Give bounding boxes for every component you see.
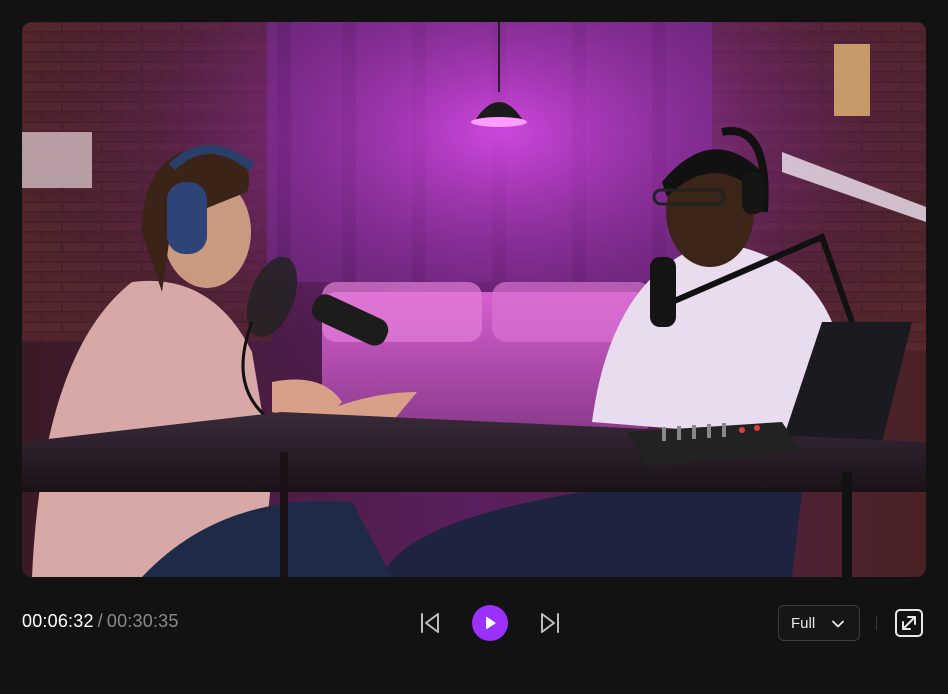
video-player: 00:06:32/00:30:35 Full [0, 0, 948, 694]
video-frame[interactable] [22, 22, 926, 577]
quality-selected-value: Full [791, 614, 816, 632]
next-button[interactable] [532, 606, 568, 640]
control-divider [876, 616, 877, 630]
quality-select[interactable]: Full [778, 605, 860, 641]
fullscreen-icon [895, 609, 923, 637]
video-still [22, 22, 926, 577]
skip-next-icon [541, 613, 559, 633]
transport-controls [412, 604, 568, 642]
current-time: 00:06:32 [22, 611, 94, 631]
play-button[interactable] [472, 605, 508, 641]
total-time: 00:30:35 [106, 611, 179, 631]
time-display: 00:06:32/00:30:35 [22, 611, 179, 632]
time-separator: / [97, 611, 103, 631]
control-bar: 00:06:32/00:30:35 Full [0, 600, 948, 646]
fullscreen-button[interactable] [894, 608, 924, 638]
skip-previous-icon [421, 613, 439, 633]
previous-button[interactable] [412, 606, 448, 640]
chevron-down-icon [832, 620, 844, 628]
play-icon [486, 616, 496, 630]
